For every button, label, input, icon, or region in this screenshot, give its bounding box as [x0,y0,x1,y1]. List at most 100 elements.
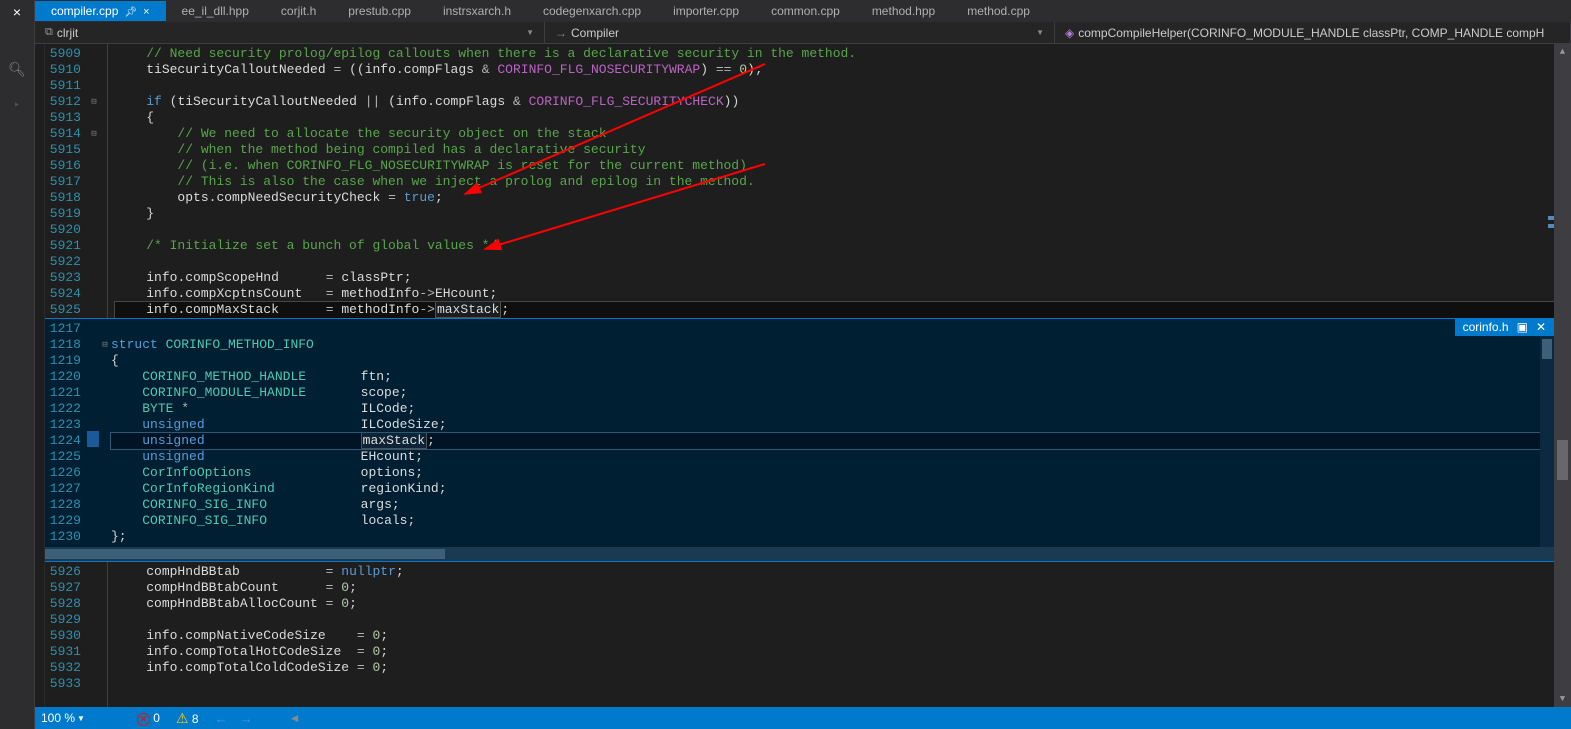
expand-icon[interactable]: ▸ [14,99,20,111]
code-line[interactable]: BYTE * ILCode; [111,401,1540,417]
class-dropdown[interactable]: → Compiler ▼ [545,22,1055,43]
code-line[interactable]: CorInfoOptions options; [111,465,1540,481]
method-dropdown[interactable]: ◈ compCompileHelper(CORINFO_MODULE_HANDL… [1055,22,1571,43]
code-line[interactable] [115,612,1554,628]
status-bar: 100 % ▼ ✕ 0 ⚠ 8 ← → ◄ [35,707,1571,729]
code-line[interactable]: CORINFO_METHOD_HANDLE ftn; [111,369,1540,385]
code-line[interactable]: CORINFO_SIG_INFO locals; [111,513,1540,529]
code-line[interactable]: if (tiSecurityCalloutNeeded || (info.com… [115,94,1554,110]
code-line[interactable]: info.compTotalColdCodeSize = 0; [115,660,1554,676]
code-line[interactable]: // Need security prolog/epilog callouts … [115,46,1554,62]
tab-corjit-h[interactable]: corjit.h [265,1,332,21]
peek-header: corinfo.h ▣ ✕ [1455,318,1554,336]
code-line[interactable]: opts.compNeedSecurityCheck = true; [115,190,1554,206]
warning-count[interactable]: ⚠ 8 [176,710,199,727]
code-line[interactable]: // when the method being compiled has a … [115,142,1554,158]
code-line[interactable]: CorInfoRegionKind regionKind; [111,481,1540,497]
code-line[interactable]: unsigned ILCodeSize; [111,417,1540,433]
zoom-control[interactable]: 100 % ▼ [41,711,85,725]
vertical-scrollbar[interactable]: ▲ ▼ [1554,44,1571,707]
code-line[interactable]: CORINFO_SIG_INFO args; [111,497,1540,513]
peek-fold-margin[interactable]: ⊟ [99,319,111,547]
peek-breakpoint-margin [87,319,99,547]
indent-guides [101,44,115,318]
minimap-marker[interactable] [1548,216,1554,220]
code-line[interactable] [115,78,1554,94]
peek-horizontal-scrollbar[interactable] [45,547,1554,561]
code-editor[interactable]: 5909591059115912591359145915591659175918… [35,44,1571,707]
code-area-bottom[interactable]: compHndBBtab = nullptr; compHndBBtabCoun… [115,562,1554,707]
tab-common-cpp[interactable]: common.cpp [755,1,856,21]
code-area-top[interactable]: // Need security prolog/epilog callouts … [115,44,1554,318]
fold-margin[interactable] [87,562,101,707]
code-line[interactable]: info.compXcptnsCount = methodInfo->EHcou… [115,286,1554,302]
close-icon[interactable]: × [13,6,21,22]
code-line[interactable] [115,222,1554,238]
chevron-down-icon: ▼ [77,714,85,723]
scope-dropdown[interactable]: ⧉ clrjit ▼ [35,22,545,43]
scroll-left-icon[interactable]: ◄ [289,711,301,725]
error-count[interactable]: ✕ 0 [137,711,160,726]
fold-margin[interactable]: ⊟⊟ [87,44,101,318]
scrollbar-thumb[interactable] [1557,440,1568,480]
method-icon: ◈ [1065,26,1074,40]
indent-guides [101,562,115,707]
chevron-down-icon: ▼ [526,28,534,37]
code-line[interactable]: info.compScopeHnd = classPtr; [115,270,1554,286]
tab-method-hpp[interactable]: method.hpp [856,1,951,21]
search-icon[interactable]: 🔍︎ [8,62,26,79]
close-icon[interactable]: ✕ [1536,320,1546,334]
code-line[interactable]: tiSecurityCalloutNeeded = ((info.compFla… [115,62,1554,78]
nav-forward-icon[interactable]: → [240,711,253,726]
zoom-level: 100 % [41,711,75,725]
error-icon: ✕ [137,713,150,726]
code-line[interactable]: info.compNativeCodeSize = 0; [115,628,1554,644]
peek-definition-window: corinfo.h ▣ ✕ 12171218121912201221122212… [45,318,1554,562]
pin-icon[interactable]: 📌︎ [124,7,137,18]
code-line[interactable] [111,321,1540,337]
code-line[interactable]: compHndBBtabAllocCount = 0; [115,596,1554,612]
close-icon[interactable]: × [143,6,149,18]
tab-importer-cpp[interactable]: importer.cpp [657,1,755,21]
nav-back-icon[interactable]: ← [215,711,228,726]
peek-code-area[interactable]: struct CORINFO_METHOD_INFO{ CORINFO_METH… [111,319,1540,547]
code-line[interactable]: info.compMaxStack = methodInfo->maxStack… [115,302,1554,318]
code-line[interactable]: { [115,110,1554,126]
code-line[interactable]: // We need to allocate the security obje… [115,126,1554,142]
code-line[interactable] [115,676,1554,692]
scroll-up-icon[interactable]: ▲ [1554,44,1571,60]
promote-icon[interactable]: ▣ [1517,320,1528,334]
code-line[interactable] [115,254,1554,270]
code-line[interactable]: compHndBBtab = nullptr; [115,564,1554,580]
code-line[interactable]: // (i.e. when CORINFO_FLG_NOSECURITYWRAP… [115,158,1554,174]
code-line[interactable]: unsigned EHcount; [111,449,1540,465]
tab-method-cpp[interactable]: method.cpp [951,1,1046,21]
peek-filename: corinfo.h [1463,320,1509,334]
code-line[interactable]: } [115,206,1554,222]
line-numbers: 5909591059115912591359145915591659175918… [45,44,87,318]
code-line[interactable]: }; [111,529,1540,545]
tab-instrsxarch-h[interactable]: instrsxarch.h [427,1,527,21]
left-toolbar: × 🔍︎ ▸ [0,0,35,729]
code-line[interactable]: info.compTotalHotCodeSize = 0; [115,644,1554,660]
warning-icon: ⚠ [176,710,189,726]
tab-ee_il_dll-hpp[interactable]: ee_il_dll.hpp [166,1,265,21]
line-numbers: 59265927592859295930593159325933 [45,562,87,707]
tab-codegenxarch-cpp[interactable]: codegenxarch.cpp [527,1,657,21]
navigation-bar: ⧉ clrjit ▼ → Compiler ▼ ◈ compCompileHel… [35,22,1571,44]
scroll-down-icon[interactable]: ▼ [1554,691,1571,707]
tab-compiler-cpp[interactable]: compiler.cpp📌︎× [35,1,166,21]
code-line[interactable]: unsigned maxStack; [111,433,1540,449]
code-line[interactable]: compHndBBtabCount = 0; [115,580,1554,596]
peek-vertical-scrollbar[interactable] [1540,319,1554,547]
code-line[interactable]: /* Initialize set a bunch of global valu… [115,238,1554,254]
method-label: compCompileHelper(CORINFO_MODULE_HANDLE … [1078,26,1544,40]
code-line[interactable]: { [111,353,1540,369]
cpp-icon: ⧉ [45,26,53,39]
minimap-marker[interactable] [1548,224,1554,228]
code-line[interactable]: CORINFO_MODULE_HANDLE scope; [111,385,1540,401]
tab-prestub-cpp[interactable]: prestub.cpp [332,1,427,21]
code-line[interactable]: // This is also the case when we inject … [115,174,1554,190]
code-line[interactable]: struct CORINFO_METHOD_INFO [111,337,1540,353]
nav-arrows: ← → [215,711,253,726]
